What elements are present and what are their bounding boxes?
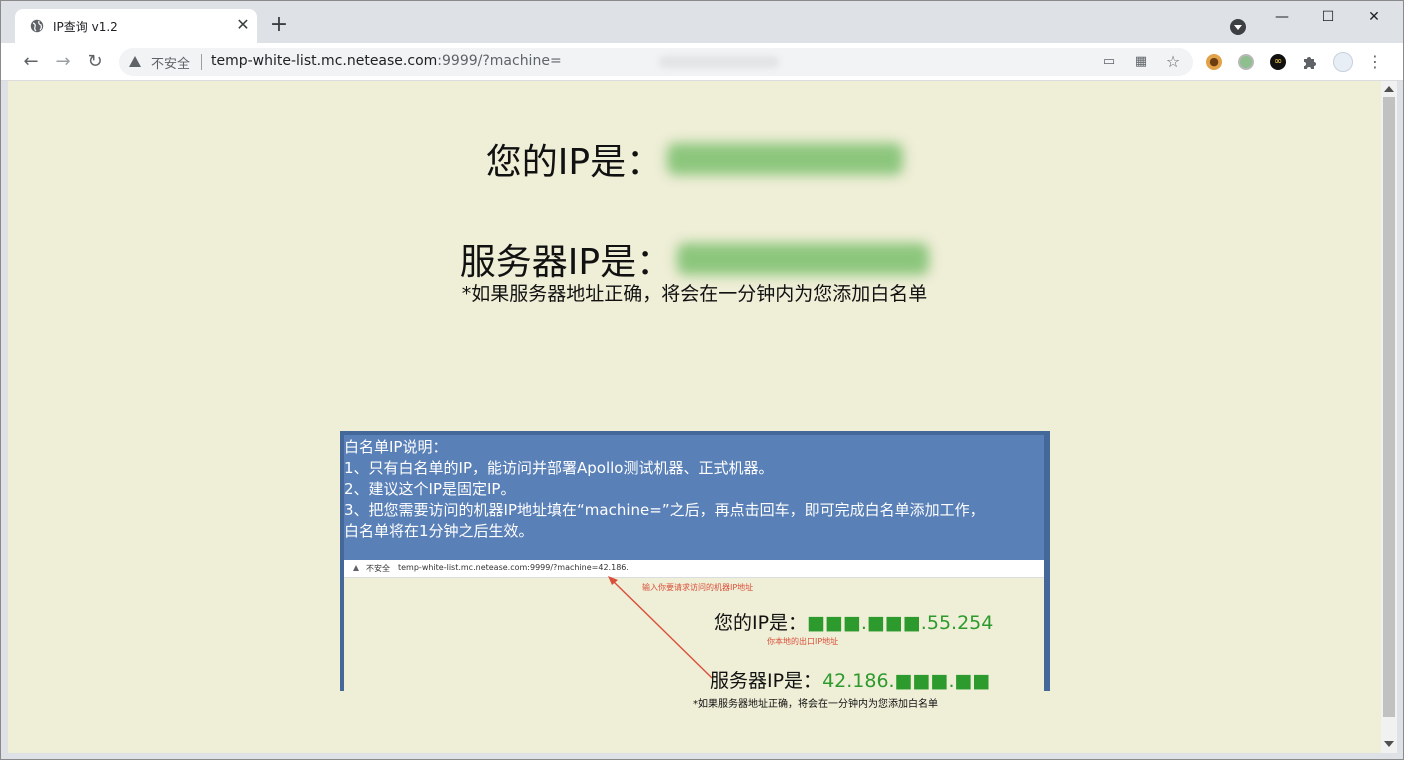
cast-icon[interactable]: ▭ bbox=[1101, 54, 1117, 70]
scroll-up-arrow-icon[interactable] bbox=[1384, 86, 1394, 92]
browser-window: IP查询 v1.2 ✕ + — ☐ ✕ ← → ↻ 不安全 temp-white… bbox=[0, 0, 1404, 760]
example-server-ip-value: 42.186.■■■.■■ bbox=[822, 670, 991, 691]
reload-button[interactable]: ↻ bbox=[83, 50, 107, 74]
vertical-scrollbar[interactable] bbox=[1381, 81, 1397, 753]
server-ip-value-blurred bbox=[677, 243, 930, 275]
your-ip-label: 您的IP是： bbox=[485, 142, 663, 183]
extensions-puzzle-icon[interactable] bbox=[1302, 54, 1318, 70]
example-your-ip-hint: 你本地的出口IP地址 bbox=[767, 637, 839, 646]
panel-inner: 白名单IP说明： 1、只有白名单的IP，能访问并部署Apollo测试机器、正式机… bbox=[344, 435, 1044, 691]
example-input-hint: 输入你要请求访问的机器IP地址 bbox=[642, 583, 754, 592]
minimize-button[interactable]: — bbox=[1259, 1, 1305, 33]
title-bar: IP查询 v1.2 ✕ + — ☐ ✕ bbox=[1, 1, 1403, 43]
green-extension-icon[interactable] bbox=[1238, 54, 1254, 70]
instruction-line: 白名单将在1分钟之后生效。 bbox=[344, 522, 534, 540]
your-ip-value-blurred bbox=[667, 143, 904, 175]
cookie-extension-icon[interactable]: ● bbox=[1206, 54, 1222, 70]
scrollbar-thumb[interactable] bbox=[1383, 97, 1395, 717]
close-window-button[interactable]: ✕ bbox=[1351, 1, 1397, 33]
instructions-text: 白名单IP说明： 1、只有白名单的IP，能访问并部署Apollo测试机器、正式机… bbox=[344, 437, 1044, 542]
example-screenshot: 不安全 temp-white-list.mc.netease.com:9999/… bbox=[344, 560, 1044, 691]
instruction-line: 1、只有白名单的IP，能访问并部署Apollo测试机器、正式机器。 bbox=[344, 459, 774, 477]
globe-icon bbox=[30, 19, 44, 33]
browser-tab[interactable]: IP查询 v1.2 ✕ bbox=[15, 9, 257, 43]
page-content: 您的IP是： 服务器IP是： *如果服务器地址正确，将会在一分钟内为您添加白名单… bbox=[8, 81, 1381, 753]
new-tab-button[interactable]: + bbox=[267, 14, 291, 38]
insecure-label[interactable]: 不安全 bbox=[151, 53, 190, 72]
example-server-ip: 服务器IP是：42.186.■■■.■■ bbox=[710, 666, 990, 691]
example-your-ip-label: 您的IP是： bbox=[714, 612, 808, 634]
scroll-down-arrow-icon[interactable] bbox=[1384, 741, 1394, 747]
browser-toolbar: ← → ↻ 不安全 temp-white-list.mc.netease.com… bbox=[1, 43, 1403, 81]
whitelist-note: *如果服务器地址正确，将会在一分钟内为您添加白名单 bbox=[461, 283, 928, 305]
url-blurred-value bbox=[659, 56, 779, 68]
tab-title: IP查询 v1.2 bbox=[53, 20, 118, 34]
tab-search-icon[interactable] bbox=[1230, 19, 1246, 35]
profile-avatar[interactable] bbox=[1333, 52, 1353, 72]
server-ip-row: 服务器IP是： bbox=[8, 233, 1381, 285]
infinity-extension-icon[interactable]: ∞ bbox=[1270, 54, 1286, 70]
warning-icon[interactable] bbox=[129, 56, 141, 67]
whitelist-instructions-panel: 白名单IP说明： 1、只有白名单的IP，能访问并部署Apollo测试机器、正式机… bbox=[340, 431, 1050, 691]
example-your-ip-value: ■■■.■■■.55.254 bbox=[807, 612, 994, 634]
url-path: :9999/?machine= bbox=[437, 53, 562, 69]
forward-button[interactable]: → bbox=[51, 50, 75, 74]
server-ip-label: 服务器IP是： bbox=[459, 242, 673, 283]
divider bbox=[201, 54, 202, 70]
instruction-line: 2、建议这个IP是固定IP。 bbox=[344, 480, 516, 498]
tab-close-icon[interactable]: ✕ bbox=[233, 15, 253, 35]
example-your-ip: 您的IP是：■■■.■■■.55.254 bbox=[714, 608, 993, 635]
your-ip-row: 您的IP是： bbox=[8, 133, 1381, 185]
qr-code-icon[interactable]: ▦ bbox=[1133, 54, 1149, 70]
bookmark-star-icon[interactable]: ☆ bbox=[1165, 54, 1181, 70]
instruction-title: 白名单IP说明： bbox=[344, 438, 448, 456]
instruction-line: 3、把您需要访问的机器IP地址填在“machine=”之后，再点击回车，即可完成… bbox=[344, 501, 985, 519]
back-button[interactable]: ← bbox=[19, 50, 43, 74]
address-bar[interactable]: 不安全 temp-white-list.mc.netease.com:9999/… bbox=[119, 48, 1193, 76]
browser-menu-icon[interactable]: ⋮ bbox=[1367, 54, 1383, 70]
example-note: *如果服务器地址正确，将会在一分钟内为您添加白名单 bbox=[693, 699, 938, 710]
url-text[interactable]: temp-white-list.mc.netease.com:9999/?mac… bbox=[211, 53, 562, 69]
example-server-ip-label: 服务器IP是： bbox=[710, 670, 823, 691]
maximize-button[interactable]: ☐ bbox=[1305, 1, 1351, 33]
url-host: temp-white-list.mc.netease.com bbox=[211, 53, 438, 69]
